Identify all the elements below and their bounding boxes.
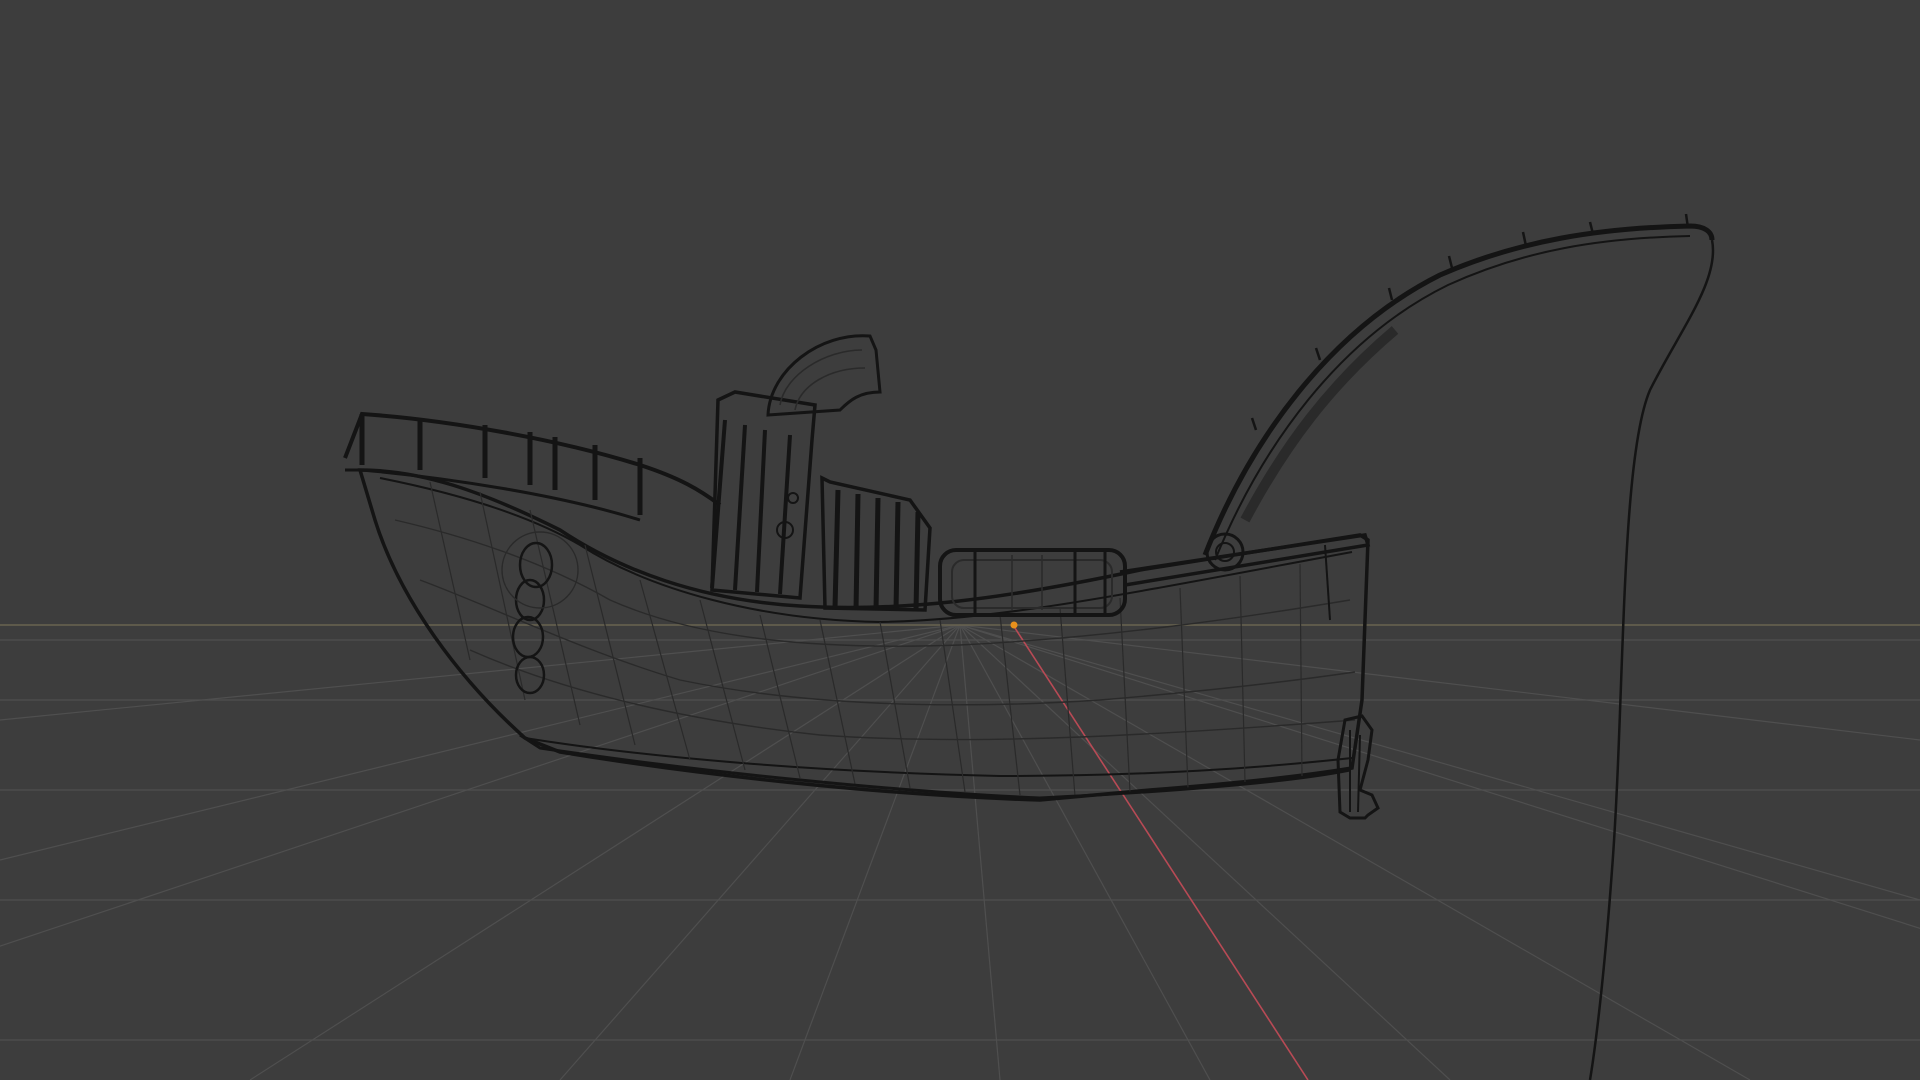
3d-viewport[interactable] — [0, 0, 1920, 1080]
deck-barrel[interactable] — [938, 548, 1127, 617]
viewport-canvas[interactable] — [0, 0, 1920, 1080]
bow-railing[interactable] — [343, 411, 722, 522]
fishing-rod[interactable] — [1202, 213, 1715, 1080]
x-axis-line — [1012, 624, 1309, 1080]
floor-grid — [0, 624, 1920, 1080]
object-origin[interactable] — [1010, 621, 1018, 629]
deck-crates[interactable] — [820, 475, 932, 612]
